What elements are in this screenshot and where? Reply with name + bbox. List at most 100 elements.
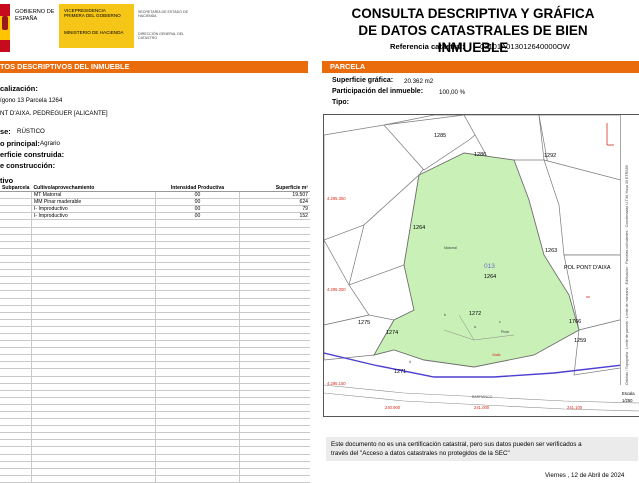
table-cell-empty bbox=[154, 298, 240, 306]
table-cell-empty bbox=[154, 418, 240, 427]
table-cell-empty bbox=[238, 340, 310, 349]
construccion-label: e construcción: bbox=[0, 161, 56, 170]
table-cell-empty bbox=[154, 354, 240, 363]
table-cell-empty bbox=[238, 255, 310, 264]
table-cell-empty bbox=[30, 262, 156, 271]
coat-of-arms-icon bbox=[2, 16, 8, 30]
scale-label: Escala bbox=[622, 391, 635, 396]
legend-limite-manzana: Límite de manzana bbox=[625, 287, 629, 319]
table-cell-empty bbox=[238, 227, 310, 235]
x-coord-2: 241.000 bbox=[474, 405, 490, 410]
table-cell-empty bbox=[238, 347, 310, 356]
table-row-empty bbox=[0, 241, 310, 249]
table-cell-empty bbox=[238, 312, 310, 320]
label-1259: 1259 bbox=[574, 338, 587, 344]
table-row: MT Matorral 00 19.507 bbox=[0, 191, 310, 200]
legend-limite-parcela: Límite de parcela bbox=[625, 321, 629, 349]
table-cell-empty bbox=[154, 255, 240, 264]
table-cell-empty bbox=[30, 368, 156, 377]
table-cell-empty bbox=[238, 454, 310, 462]
subparcel-label-c: c bbox=[499, 320, 501, 324]
table-cell-empty bbox=[0, 312, 32, 320]
table-cell-empty bbox=[30, 241, 156, 249]
table-cell-empty bbox=[0, 390, 32, 398]
table-cell-empty bbox=[0, 333, 32, 342]
table-cell-empty bbox=[238, 283, 310, 292]
table-cell-empty bbox=[238, 354, 310, 363]
table-cell-empty bbox=[30, 446, 156, 455]
table-cell-empty bbox=[0, 262, 32, 271]
table-row-empty bbox=[0, 255, 310, 264]
table-cell-empty bbox=[238, 248, 310, 256]
table-cell-empty bbox=[154, 219, 240, 228]
table-cell-empty bbox=[0, 454, 32, 462]
table-cell-empty bbox=[154, 340, 240, 349]
table-cell-empty bbox=[238, 361, 310, 370]
table-cell-intensidad: 00 bbox=[154, 198, 240, 207]
table-cell-empty bbox=[30, 227, 156, 235]
clase-value: RÚSTICO bbox=[17, 128, 45, 135]
parcela-bar: PARCELA bbox=[322, 61, 639, 73]
table-cell-cultivo: I- Improductivo bbox=[30, 212, 156, 221]
table-cell-empty bbox=[154, 432, 240, 441]
subparcel-label-b: b bbox=[444, 313, 446, 317]
table-cell-empty bbox=[30, 432, 156, 441]
table-cell-empty bbox=[0, 411, 32, 420]
table-header-row: Subparcela Cultivo/aprovechamiento Inten… bbox=[0, 185, 310, 193]
y-coord-3: 4.295.150 bbox=[327, 381, 346, 386]
table-cell-empty bbox=[0, 347, 32, 356]
table-cell-empty bbox=[0, 319, 32, 327]
header-intensidad: Intensidad Productiva bbox=[155, 185, 240, 193]
uso-label: o principal: bbox=[0, 139, 40, 148]
table-row-empty bbox=[0, 461, 310, 469]
cultivo-label: tivo bbox=[0, 176, 14, 185]
table-cell-empty bbox=[154, 383, 240, 391]
table-cell-cultivo: I- Improductivo bbox=[30, 205, 156, 214]
x-coord-1: 240.900 bbox=[385, 405, 401, 410]
table-cell-empty bbox=[30, 425, 156, 434]
table-cell-empty bbox=[154, 319, 240, 327]
table-cell-empty bbox=[0, 446, 32, 455]
table-cell-empty bbox=[30, 475, 156, 483]
table-row-empty bbox=[0, 376, 310, 384]
label-barranco: BARRANCO bbox=[472, 395, 493, 399]
table-cell-empty bbox=[0, 227, 32, 235]
table-cell-empty bbox=[154, 248, 240, 256]
table-row-empty bbox=[0, 446, 310, 455]
superficie-grafica-label: Superficie gráfica: bbox=[332, 77, 394, 84]
table-cell-empty bbox=[238, 439, 310, 448]
label-1263: 1263 bbox=[545, 248, 558, 254]
table-cell-empty bbox=[0, 290, 32, 299]
table-cell-empty bbox=[154, 347, 240, 356]
map-legend-text: Ortofoto / Topografía · Límite de parcel… bbox=[625, 165, 629, 385]
table-cell-empty bbox=[238, 425, 310, 434]
table-cell-empty bbox=[154, 333, 240, 342]
table-cell-empty bbox=[0, 425, 32, 434]
table-cell-empty bbox=[154, 361, 240, 370]
table-cell-empty bbox=[238, 269, 310, 278]
table-cell-empty bbox=[0, 305, 32, 313]
road-line bbox=[324, 384, 639, 404]
label-1766: 1766 bbox=[569, 319, 582, 325]
localizacion-label: calización: bbox=[0, 84, 38, 93]
table-cell-empty bbox=[30, 255, 156, 264]
table-row-empty bbox=[0, 439, 310, 448]
table-cell-empty bbox=[30, 390, 156, 398]
table-cell-empty bbox=[30, 439, 156, 448]
bar-prefix: TOS DESCRIPTIVOS DEL bbox=[0, 62, 91, 71]
table-row-empty bbox=[0, 418, 310, 427]
table-cell-empty bbox=[238, 368, 310, 377]
label-013: 013 bbox=[484, 263, 495, 270]
table-cell-empty bbox=[30, 340, 156, 349]
document-date: Viernes , 12 de Abril de 2024 bbox=[545, 472, 625, 479]
cadastral-map[interactable]: 1285 1286 1292 1264 1263 1275 1274 1271 … bbox=[323, 114, 639, 417]
table-cell-empty bbox=[154, 305, 240, 313]
localizacion-line-1: ígono 13 Parcela 1264 bbox=[0, 97, 63, 104]
table-cell-empty bbox=[154, 468, 240, 476]
table-cell-empty bbox=[30, 411, 156, 420]
table-cell-empty bbox=[238, 418, 310, 427]
table-cell-empty bbox=[0, 368, 32, 377]
table-cell-empty bbox=[0, 241, 32, 249]
table-cell-empty bbox=[0, 361, 32, 370]
legend-colindantes: Parcelas colindantes bbox=[625, 230, 629, 264]
